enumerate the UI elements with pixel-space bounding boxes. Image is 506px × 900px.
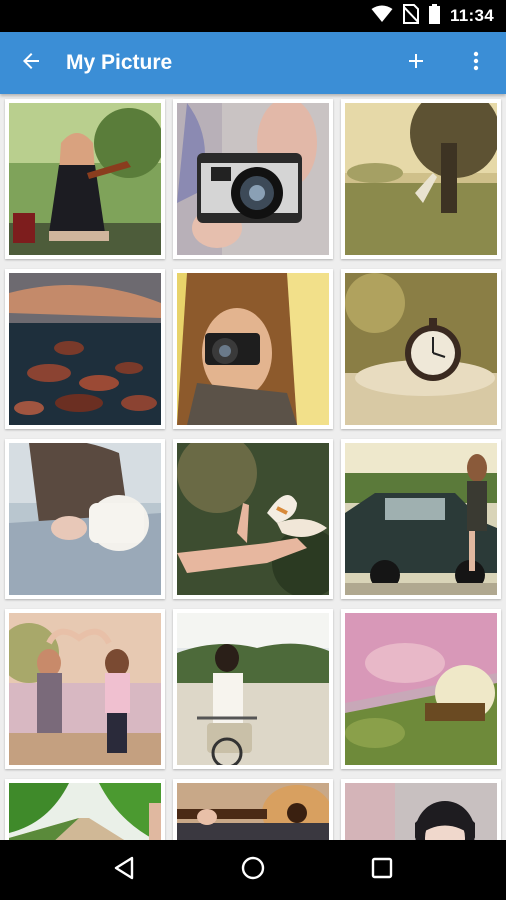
photo-violin-girl: [9, 103, 161, 255]
photo-pocket-watch: [345, 273, 497, 425]
photo-girl-portrait: [345, 783, 497, 840]
photo-grid: [5, 99, 501, 840]
photo-vintage-camera: [177, 103, 329, 255]
photo-tile[interactable]: [341, 779, 501, 840]
photo-tree-field: [345, 103, 497, 255]
photo-grid-area[interactable]: [0, 94, 506, 840]
photo-girl-with-camera: [177, 273, 329, 425]
photo-rocky-sea: [9, 273, 161, 425]
recents-square-icon: [371, 857, 393, 884]
photo-tile[interactable]: [5, 439, 165, 599]
more-options-button[interactable]: [446, 32, 506, 94]
photo-butterfly-hand: [177, 443, 329, 595]
photo-tile[interactable]: [173, 609, 333, 769]
photo-girl-with-cup: [9, 443, 161, 595]
photo-tile[interactable]: [341, 609, 501, 769]
battery-icon: [428, 3, 440, 29]
photo-girl-on-bicycle: [177, 613, 329, 765]
app-bar: My Picture: [0, 32, 506, 94]
photo-tile[interactable]: [341, 439, 501, 599]
back-triangle-icon: [113, 856, 135, 885]
status-time: 11:34: [449, 6, 494, 25]
nav-back-button[interactable]: [94, 840, 154, 900]
photo-girl-with-guitar-grass: [345, 613, 497, 765]
photo-two-girls-heart: [9, 613, 161, 765]
photo-tile[interactable]: [5, 779, 165, 840]
wifi-icon: [371, 5, 393, 28]
photo-country-road: [9, 783, 161, 840]
photo-tile[interactable]: [5, 609, 165, 769]
photo-tile[interactable]: [173, 269, 333, 429]
add-button[interactable]: [386, 32, 446, 94]
photo-tile[interactable]: [5, 269, 165, 429]
no-sim-icon: [402, 3, 420, 29]
nav-home-button[interactable]: [223, 840, 283, 900]
photo-tile[interactable]: [173, 439, 333, 599]
photo-tile[interactable]: [341, 269, 501, 429]
photo-tile[interactable]: [173, 779, 333, 840]
nav-recents-button[interactable]: [352, 840, 412, 900]
photo-tile[interactable]: [5, 99, 165, 259]
photo-acoustic-guitar: [177, 783, 329, 840]
arrow-left-icon: [19, 49, 43, 78]
page-title: My Picture: [66, 51, 173, 74]
photo-tile[interactable]: [173, 99, 333, 259]
back-button[interactable]: [0, 32, 62, 94]
home-circle-icon: [240, 855, 266, 886]
plus-icon: [404, 49, 428, 78]
photo-tile[interactable]: [341, 99, 501, 259]
photo-girl-on-car: [345, 443, 497, 595]
status-bar: 11:34: [0, 0, 506, 32]
navigation-bar: [0, 840, 506, 900]
more-vert-icon: [464, 49, 488, 78]
